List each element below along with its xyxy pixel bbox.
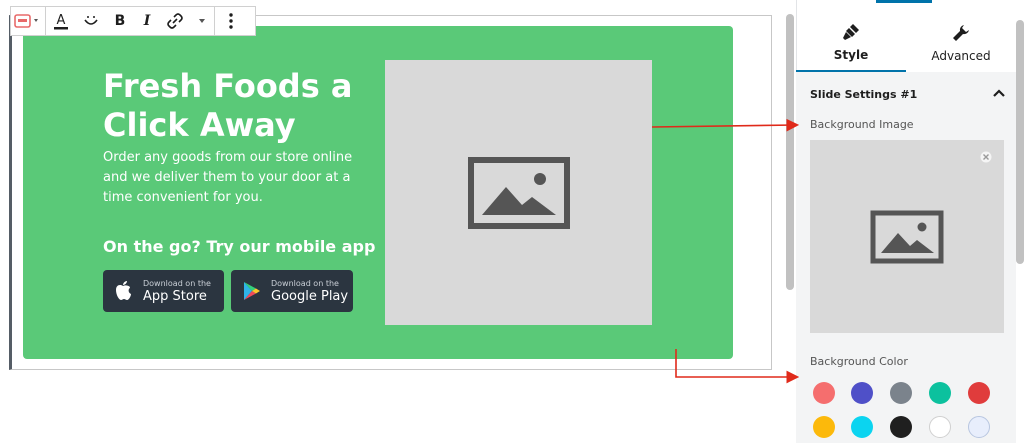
tab-style-label: Style (833, 48, 869, 62)
brush-icon (843, 24, 859, 40)
background-image-label: Background Image (810, 118, 914, 131)
chevron-up-icon[interactable] (992, 87, 1006, 99)
apple-icon (116, 281, 131, 300)
editor-scrollbar[interactable] (786, 14, 794, 290)
more-formats-button[interactable] (190, 7, 214, 35)
text-color-icon: A (54, 13, 68, 30)
google-play-text: Download on the Google Play (271, 278, 348, 305)
google-play-icon (244, 282, 260, 300)
wrench-icon (953, 25, 969, 41)
caret-down-icon (199, 19, 205, 23)
image-icon (870, 210, 944, 263)
color-swatch[interactable] (851, 382, 873, 404)
color-swatch[interactable] (890, 416, 912, 438)
app-store-text: Download on the App Store (143, 278, 211, 305)
panel-scrollbar[interactable] (1016, 20, 1024, 264)
app-store-small-label: Download on the (143, 278, 211, 288)
google-play-button[interactable]: Download on the Google Play (231, 270, 353, 312)
tab-advanced-label: Advanced (931, 49, 991, 63)
color-swatch[interactable] (890, 382, 912, 404)
text-color-button[interactable]: A (46, 7, 76, 35)
app-store-button[interactable]: Download on the App Store (103, 270, 224, 312)
color-swatch[interactable] (929, 382, 951, 404)
color-swatch[interactable] (968, 416, 990, 438)
smile-icon (84, 16, 98, 25)
vertical-dots-icon (229, 13, 233, 29)
highlight-button[interactable] (76, 7, 106, 35)
color-swatch[interactable] (968, 382, 990, 404)
google-play-small-label: Download on the (271, 278, 339, 288)
block-toolbar: A B I (10, 6, 256, 36)
panel-tabs: Style Advanced (796, 14, 1016, 72)
link-button[interactable] (160, 7, 190, 35)
slide-headline[interactable]: Fresh Foods a Click Away (103, 67, 373, 145)
google-play-label: Google Play (271, 288, 349, 304)
color-swatch[interactable] (929, 416, 951, 438)
remove-image-icon[interactable] (980, 151, 992, 163)
slide-description[interactable]: Order any goods from our store online an… (103, 148, 353, 208)
editor-screen: A B I Fresh Foods a Click Away Order any… (0, 0, 1024, 443)
slider-block-icon (14, 14, 38, 28)
italic-button[interactable]: I (134, 7, 160, 35)
color-swatch[interactable] (813, 382, 835, 404)
tab-advanced[interactable]: Advanced (906, 14, 1016, 72)
app-store-label: App Store (143, 288, 207, 304)
bold-button[interactable]: B (106, 7, 134, 35)
tab-style[interactable]: Style (796, 14, 906, 72)
block-options-button[interactable] (215, 7, 247, 35)
image-icon (467, 156, 570, 229)
background-image-picker[interactable] (810, 140, 1004, 333)
background-color-label: Background Color (810, 355, 908, 368)
app-heading[interactable]: On the go? Try our mobile app (103, 237, 375, 256)
color-swatch[interactable] (851, 416, 873, 438)
tab-indicator (876, 0, 932, 3)
block-type-button[interactable] (11, 7, 45, 35)
color-swatch[interactable] (813, 416, 835, 438)
link-icon (167, 13, 183, 29)
slide-image-placeholder[interactable] (385, 60, 652, 325)
svg-text:A: A (57, 13, 66, 28)
section-title[interactable]: Slide Settings #1 (810, 88, 917, 101)
